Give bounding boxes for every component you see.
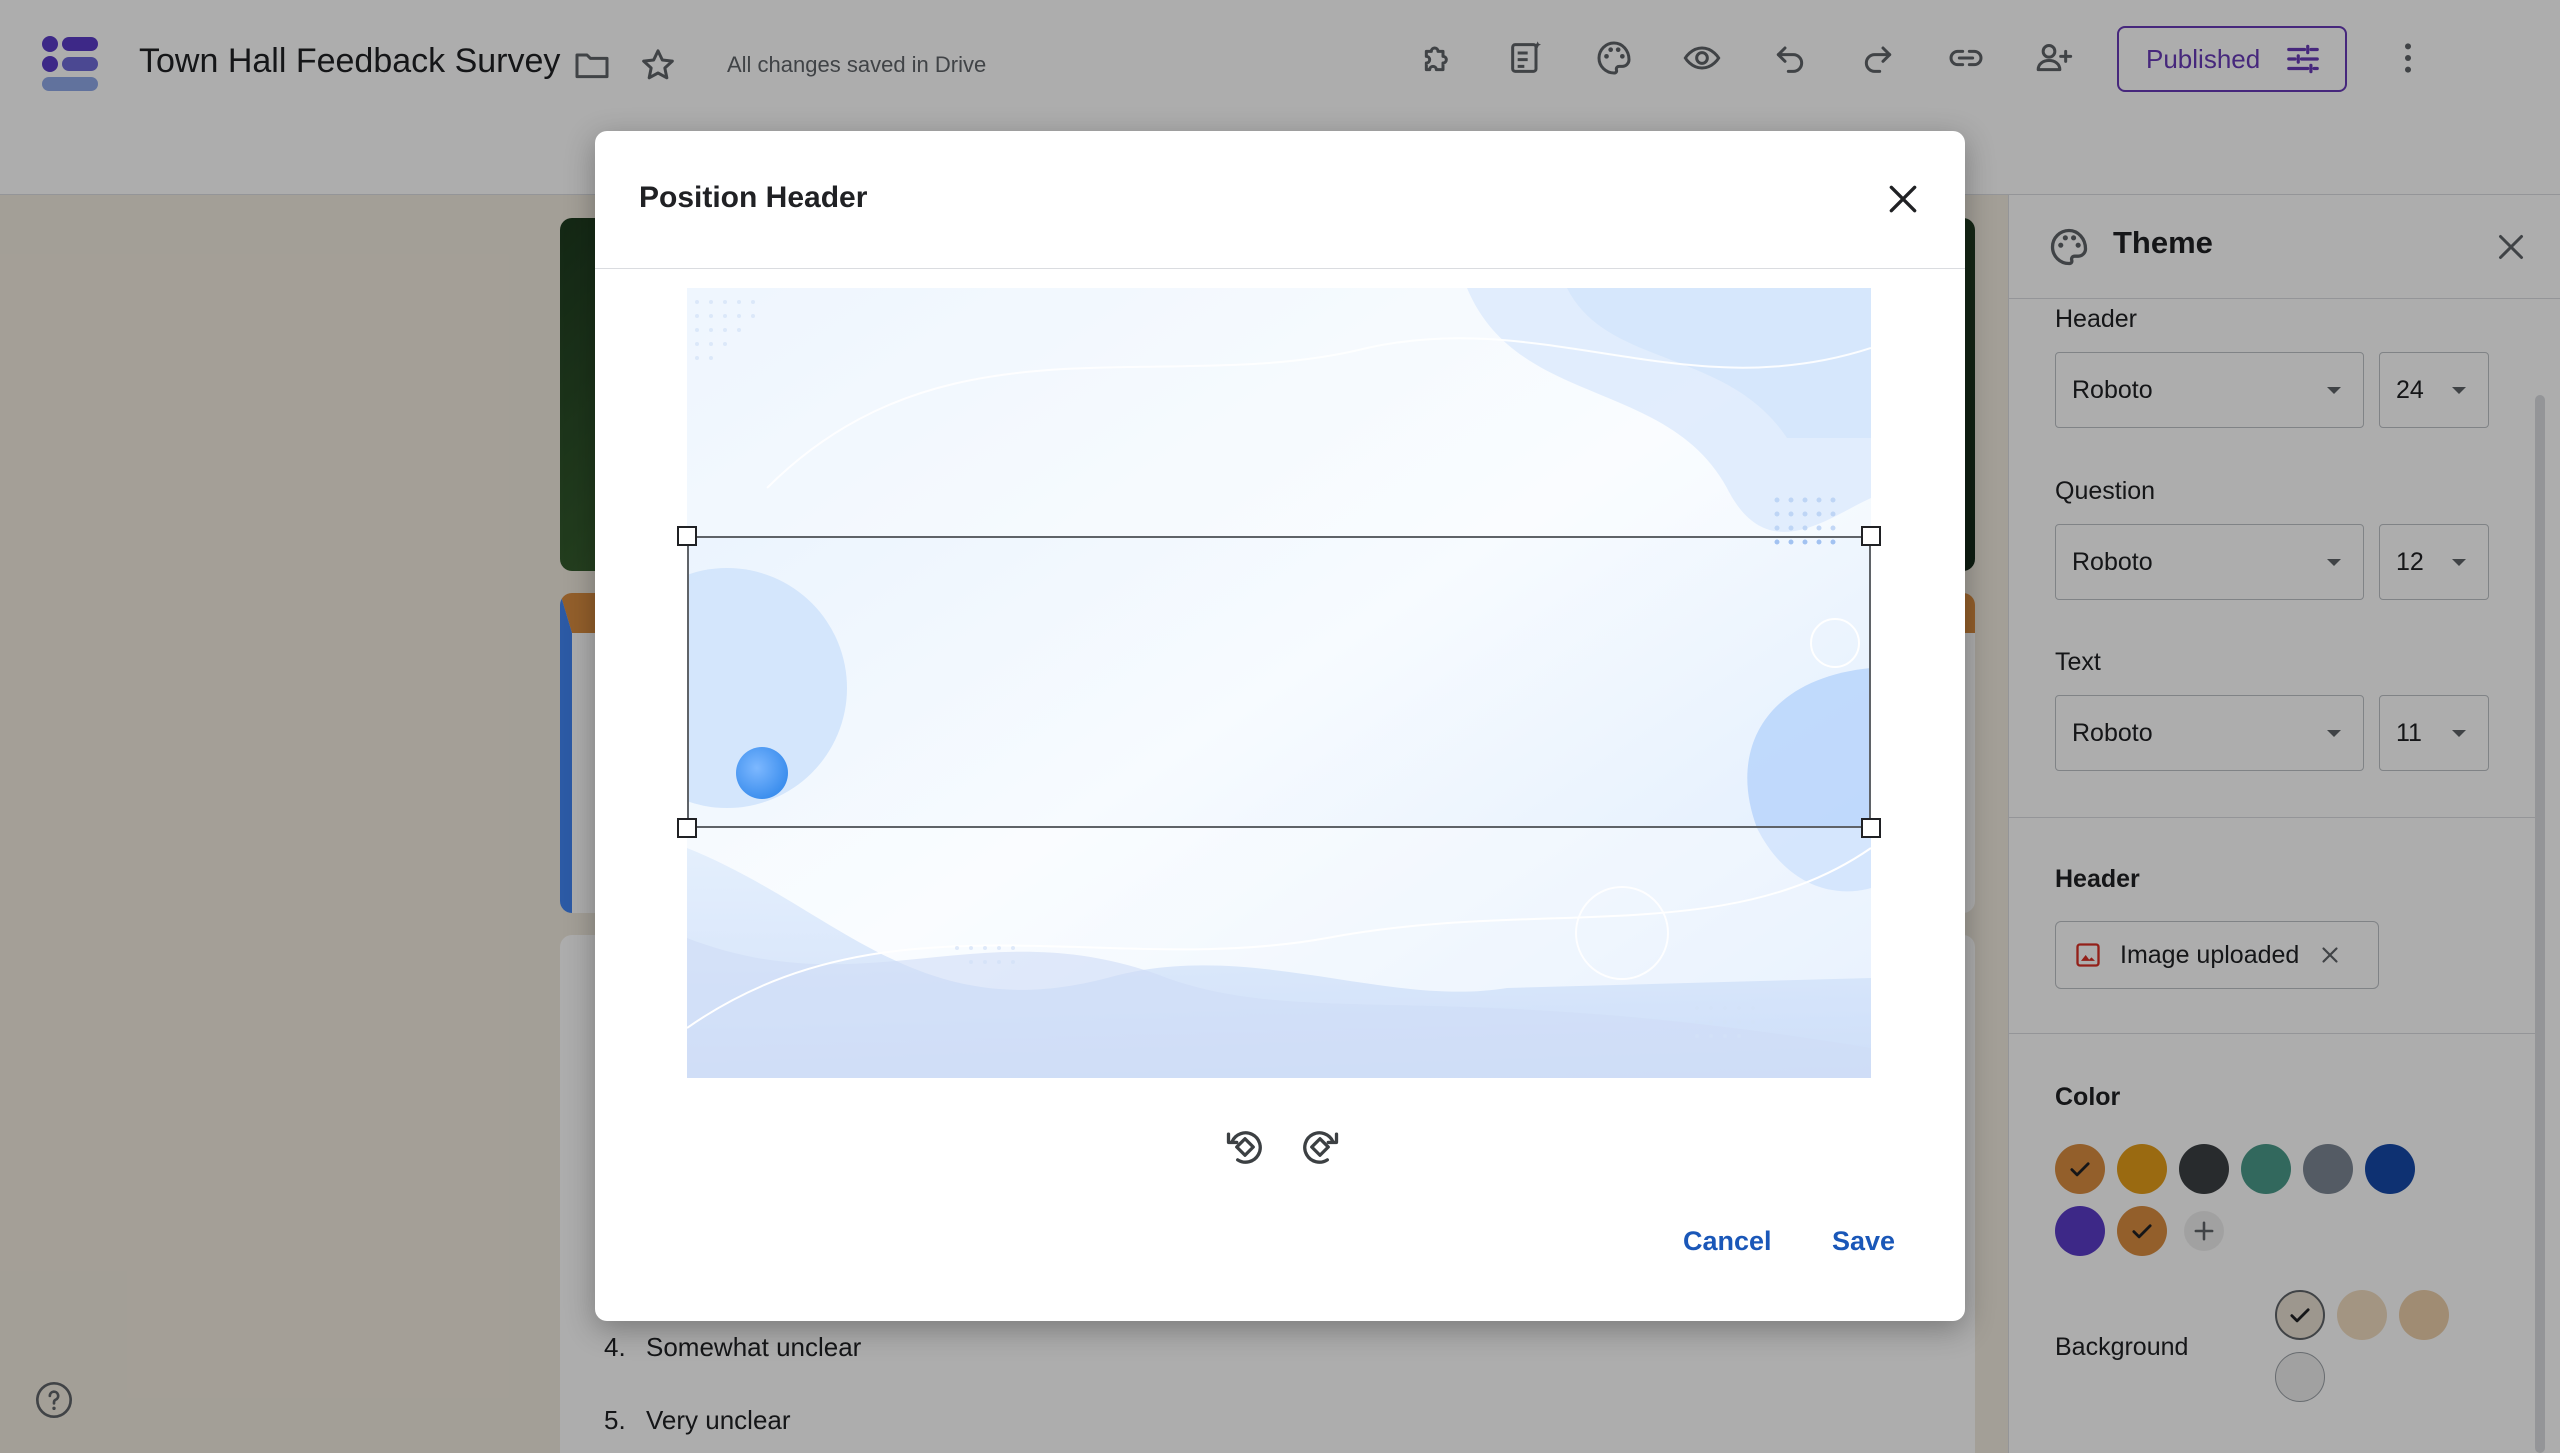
crop-handle-top-right[interactable]: [1861, 526, 1881, 546]
close-icon[interactable]: [1875, 171, 1931, 227]
save-button[interactable]: Save: [1832, 1211, 1895, 1271]
rotate-left-icon[interactable]: [1217, 1119, 1273, 1175]
rotate-right-icon[interactable]: [1292, 1119, 1348, 1175]
crop-handle-bottom-left[interactable]: [677, 818, 697, 838]
crop-handle-bottom-right[interactable]: [1861, 818, 1881, 838]
divider: [595, 268, 1965, 269]
position-header-dialog: Position Header Cancel Save: [595, 131, 1965, 1321]
dialog-title: Position Header: [639, 181, 868, 214]
cancel-button[interactable]: Cancel: [1683, 1211, 1772, 1271]
crop-handle-top-left[interactable]: [677, 526, 697, 546]
crop-selection-box[interactable]: [687, 536, 1871, 828]
